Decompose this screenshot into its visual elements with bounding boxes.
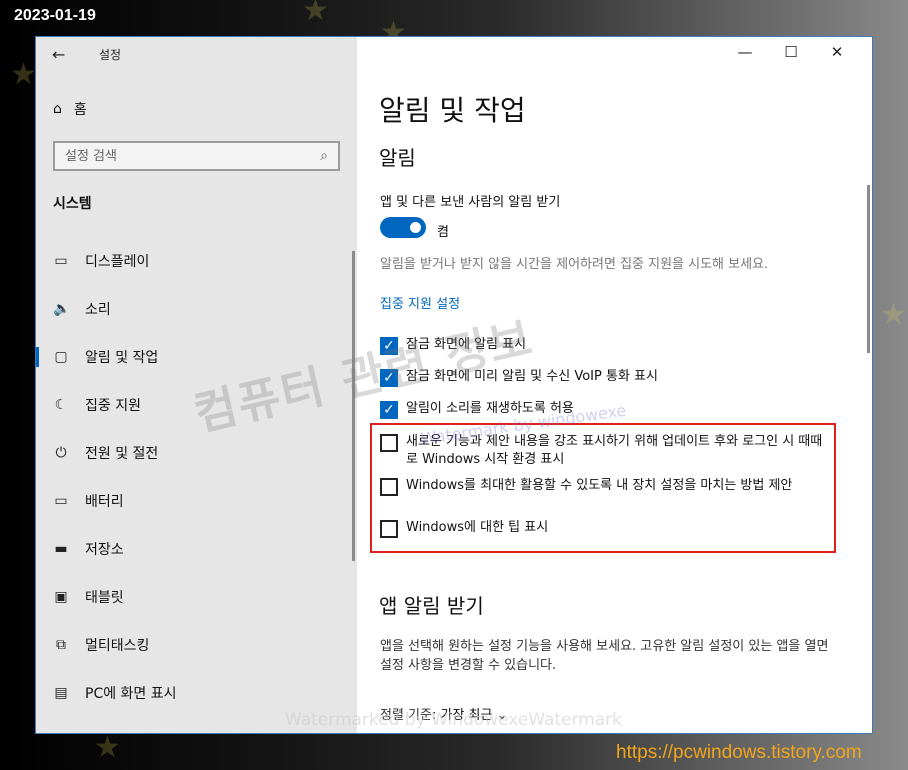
sidebar-item-display[interactable]: ▭ 디스플레이 (36, 237, 357, 285)
checkbox-unchecked[interactable] (380, 478, 398, 496)
search-input[interactable] (65, 148, 321, 164)
sidebar-item-label: 알림 및 작업 (85, 350, 159, 366)
app-notifications-description: 앱을 선택해 원하는 설정 기능을 사용해 보세요. 고유한 알림 설정이 있는… (380, 639, 829, 673)
search-icon[interactable]: ⌕ (320, 148, 328, 164)
sidebar-item-tablet[interactable]: ▣ 태블릿 (36, 573, 357, 621)
maximize-icon[interactable]: ☐ (768, 43, 814, 61)
site-url: https://pcwindows.tistory.com (616, 742, 862, 763)
page-title: 알림 및 작업 (379, 94, 526, 127)
section-title: 시스템 (53, 196, 92, 212)
checkbox-row[interactable]: Windows에 대한 팁 표시 (380, 519, 830, 538)
app-title: 설정 (99, 48, 122, 62)
sidebar-item-label: 멀티태스킹 (85, 638, 150, 654)
sidebar-item-sound[interactable]: 🔈 소리 (36, 285, 357, 333)
sidebar-item-label: PC에 화면 표시 (85, 686, 177, 702)
multitasking-icon: ⧉ (56, 637, 66, 653)
sidebar-item-label: 배터리 (85, 494, 124, 510)
section-heading-notifications: 알림 (379, 146, 416, 170)
sidebar-item-label: 소리 (85, 302, 111, 318)
search-box[interactable]: ⌕ (53, 141, 340, 171)
focus-description: 알림을 받거나 받지 않을 시간을 제어하려면 집중 지원을 시도해 보세요. (380, 257, 769, 272)
sidebar-item-label: 태블릿 (85, 590, 124, 606)
star-decoration: ★ (10, 57, 37, 92)
battery-icon: ▭ (54, 493, 68, 509)
speaker-icon: 🔈 (53, 301, 71, 317)
back-arrow-icon[interactable]: ← (52, 45, 65, 64)
window-controls: — ☐ ✕ (722, 43, 860, 61)
focus-assist-link[interactable]: 집중 지원 설정 (380, 293, 460, 312)
close-icon[interactable]: ✕ (814, 43, 860, 61)
sidebar-item-multitasking[interactable]: ⧉ 멀티태스킹 (36, 621, 357, 669)
watermark-bottom: Watermarked by WindowexeWatermark (285, 710, 623, 730)
nav-home[interactable]: ⌂ 홈 (53, 99, 87, 119)
moon-icon: ☾ (54, 397, 68, 413)
sidebar-item-power[interactable]: ⏻ 전원 및 절전 (36, 429, 357, 477)
notification-icon: ▢ (54, 349, 68, 365)
notifications-toggle[interactable] (380, 217, 426, 238)
sidebar-item-label: 집중 지원 (85, 398, 141, 414)
checkbox-label: Windows에 대한 팁 표시 (406, 520, 549, 535)
checkbox-unchecked[interactable] (380, 520, 398, 538)
sidebar-item-label: 전원 및 절전 (85, 446, 159, 462)
sidebar-item-battery[interactable]: ▭ 배터리 (36, 477, 357, 525)
sidebar-item-storage[interactable]: ▬ 저장소 (36, 525, 357, 573)
nav-list: ▭ 디스플레이 🔈 소리 ▢ 알림 및 작업 ☾ 집중 지원 ⏻ 전원 및 절전… (36, 237, 357, 717)
star-decoration: ★ (880, 297, 907, 332)
toggle-state-label: 켬 (437, 225, 449, 240)
main-scrollbar[interactable] (867, 185, 870, 353)
checkbox-label: Windows를 최대한 활용할 수 있도록 내 장치 설정을 마치는 방법 제… (406, 478, 793, 493)
star-decoration: ★ (94, 730, 121, 765)
checkbox-checked[interactable]: ✓ (380, 401, 398, 419)
checkbox-unchecked[interactable] (380, 434, 398, 452)
checkbox-row[interactable]: Windows를 최대한 활용할 수 있도록 내 장치 설정을 마치는 방법 제… (380, 477, 830, 496)
power-icon: ⏻ (55, 445, 67, 461)
sidebar-item-label: 디스플레이 (85, 254, 150, 270)
tablet-icon: ▣ (54, 589, 68, 605)
star-decoration: ★ (302, 0, 329, 28)
monitor-icon: ▭ (54, 253, 68, 269)
minimize-icon[interactable]: — (722, 43, 768, 61)
storage-icon: ▬ (54, 541, 68, 557)
project-icon: ▤ (54, 685, 68, 701)
sidebar-item-label: 저장소 (85, 542, 124, 558)
get-notifications-label: 앱 및 다른 보낸 사람의 알림 받기 (380, 195, 561, 210)
section-heading-app-notifications: 앱 알림 받기 (379, 594, 484, 618)
home-label: 홈 (73, 102, 87, 118)
home-icon: ⌂ (53, 101, 62, 117)
date-stamp: 2023-01-19 (14, 7, 96, 24)
